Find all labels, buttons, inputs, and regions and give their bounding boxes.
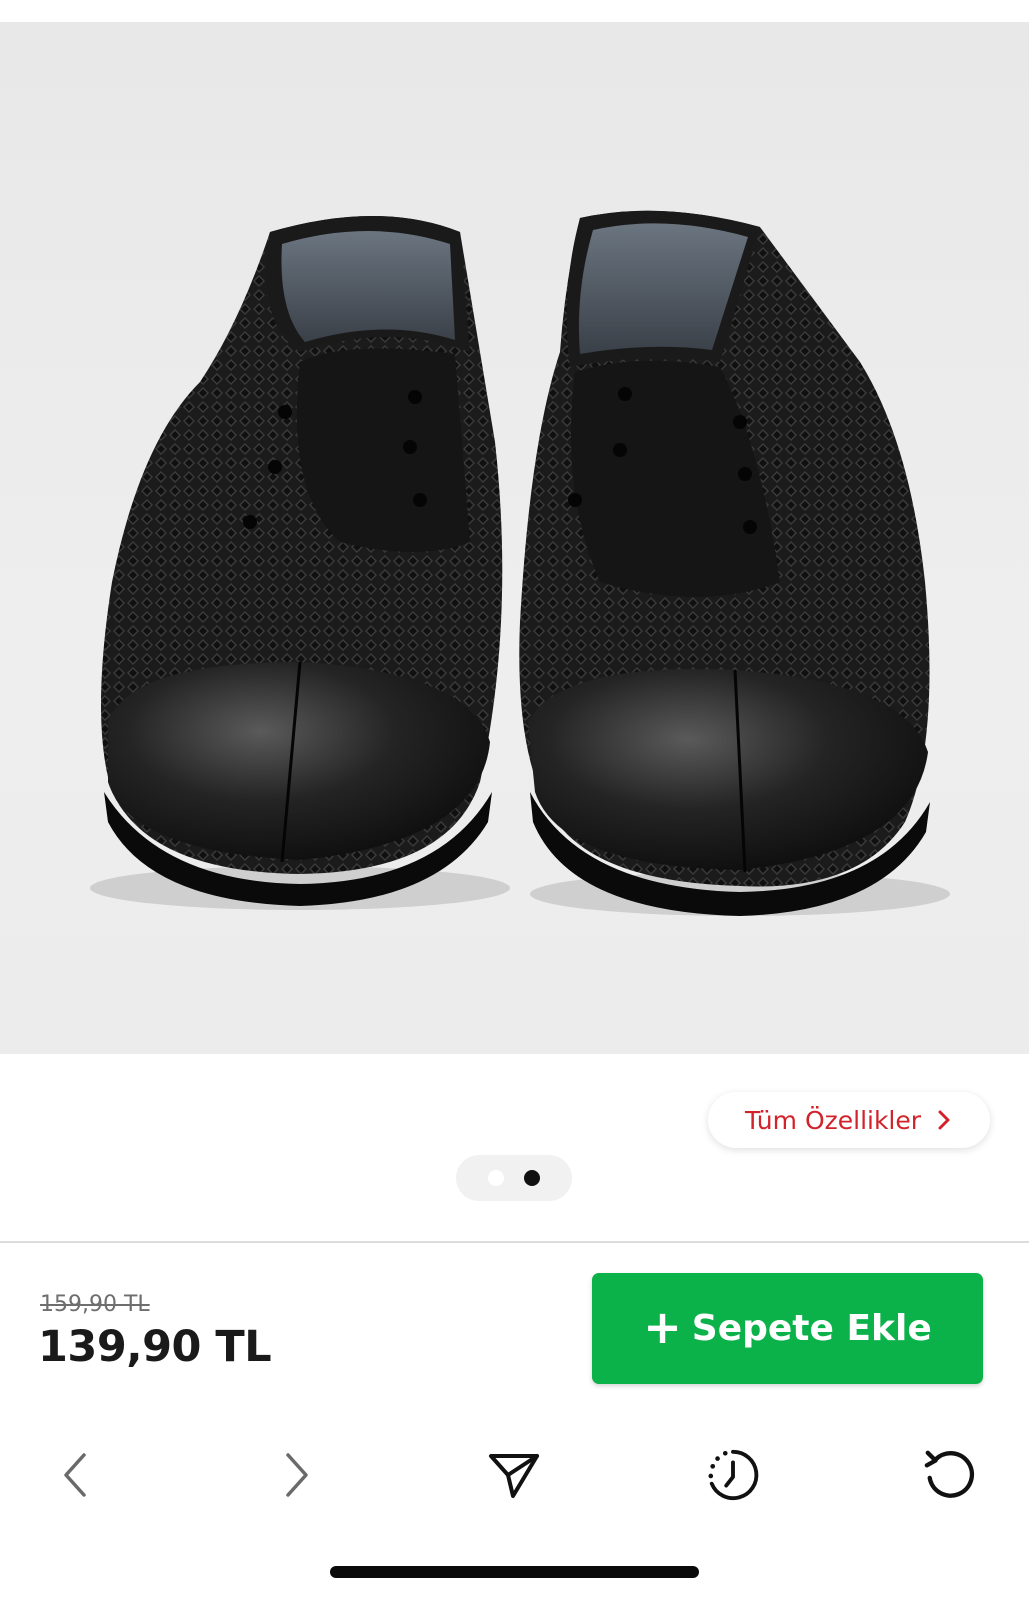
history-button[interactable] xyxy=(705,1447,761,1503)
chevron-right-icon xyxy=(938,1110,950,1130)
history-icon xyxy=(708,1449,759,1501)
back-button[interactable] xyxy=(48,1447,104,1503)
product-image[interactable] xyxy=(0,22,1029,1054)
pager-dot[interactable] xyxy=(488,1170,504,1186)
pager-dot-active[interactable] xyxy=(524,1170,540,1186)
plus-icon: + xyxy=(643,1299,682,1354)
share-button[interactable] xyxy=(486,1447,542,1503)
all-features-label: Tüm Özellikler xyxy=(744,1105,922,1135)
status-strip xyxy=(0,0,1029,22)
send-icon xyxy=(489,1454,539,1498)
chevron-left-icon xyxy=(64,1453,86,1497)
add-to-cart-button[interactable]: + Sepete Ekle xyxy=(592,1273,983,1384)
chevron-right-icon xyxy=(286,1453,308,1497)
add-to-cart-label: Sepete Ekle xyxy=(691,1308,932,1349)
divider xyxy=(0,1241,1029,1243)
current-price: 139,90 TL xyxy=(38,1322,272,1372)
reload-icon xyxy=(924,1450,975,1498)
reload-button[interactable] xyxy=(922,1447,978,1503)
home-indicator[interactable] xyxy=(330,1566,699,1578)
all-features-button[interactable]: Tüm Özellikler xyxy=(708,1092,990,1148)
image-pager[interactable] xyxy=(456,1155,572,1201)
old-price: 159,90 TL xyxy=(40,1292,150,1317)
forward-button[interactable] xyxy=(268,1447,324,1503)
